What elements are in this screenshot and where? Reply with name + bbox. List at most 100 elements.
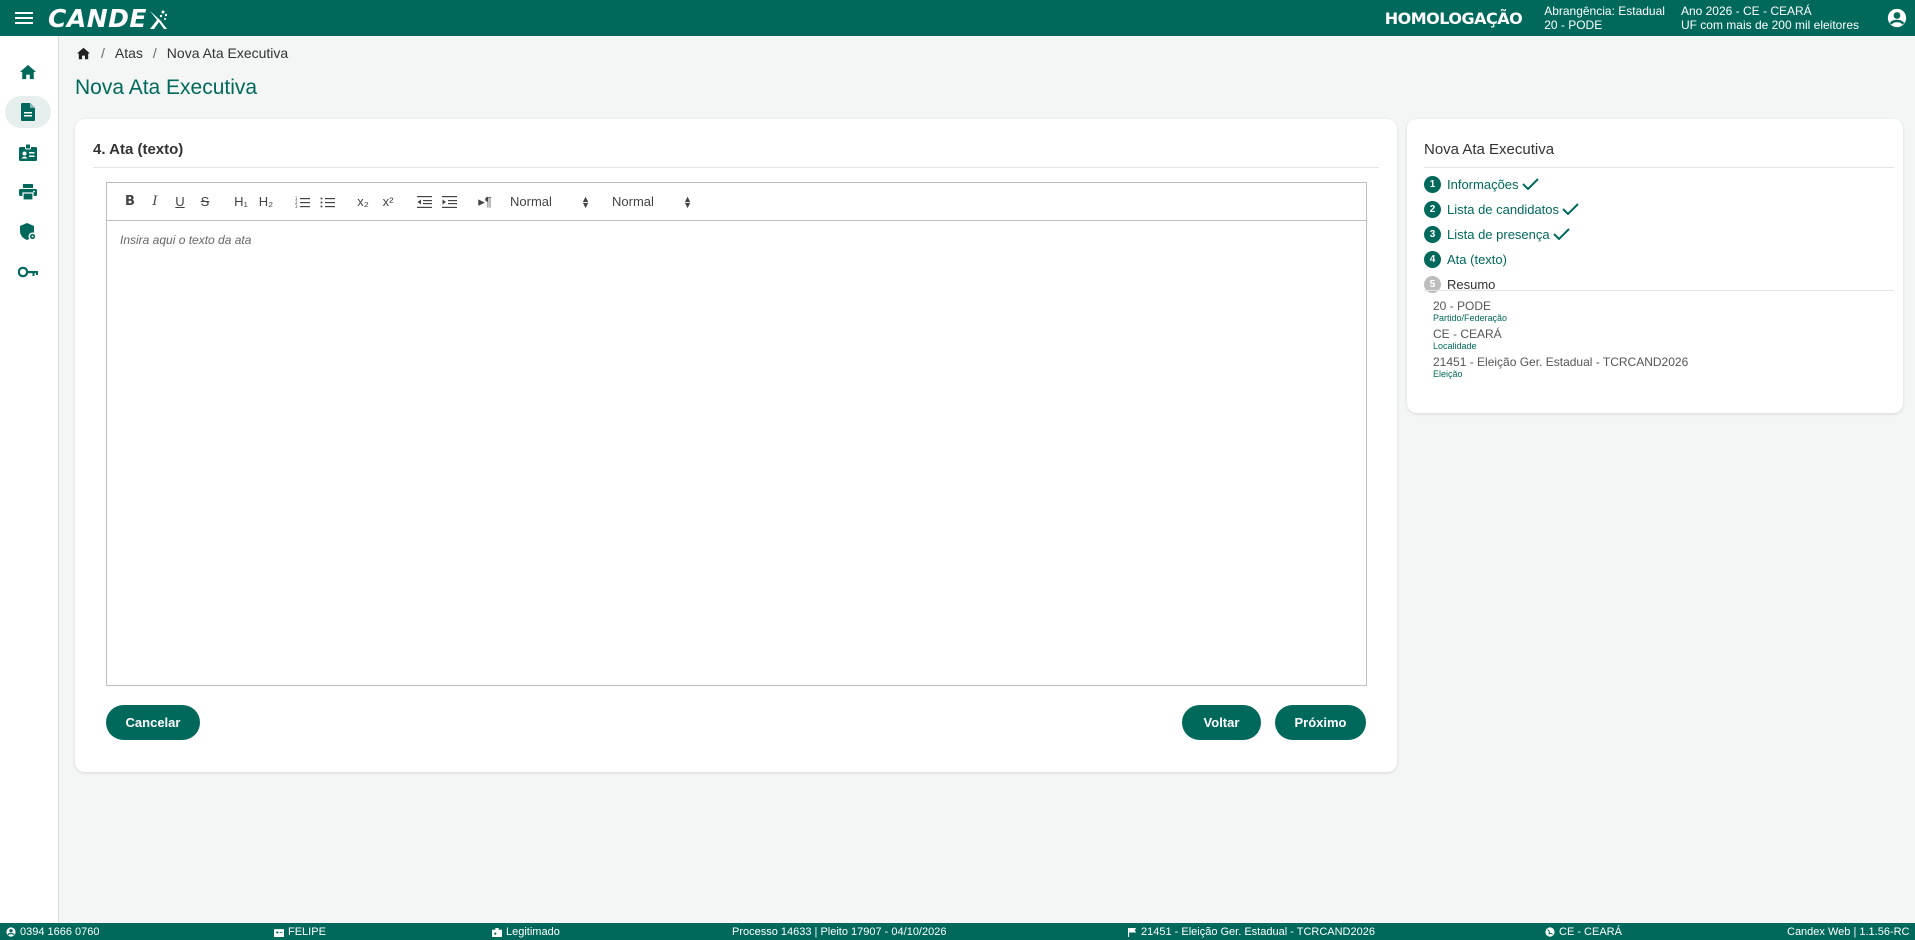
scope-line-1: Abrangência: Estadual [1544, 4, 1665, 18]
summary-value: 20 - PODE [1433, 299, 1492, 313]
step-number: 4 [1424, 250, 1441, 268]
text-direction-button[interactable]: ▸¶ [474, 191, 496, 213]
check-icon [1521, 178, 1539, 190]
year-info: Ano 2026 - CE - CEARÁ UF com mais de 200… [1681, 4, 1859, 32]
footer-id-text: 0394 1666 0760 [20, 926, 100, 938]
shield-settings-icon [19, 223, 36, 241]
header-format-value: Normal [612, 194, 654, 209]
breadcrumb-item-atas[interactable]: Atas [115, 45, 143, 61]
next-button[interactable]: Próximo [1275, 705, 1366, 740]
sidebar-item-security[interactable] [5, 216, 51, 248]
footer-id: 0394 1666 0760 [6, 926, 100, 938]
select-arrows-icon: ▲ ▼ [581, 193, 590, 210]
step-informacoes[interactable]: 1 Informações [1424, 173, 1579, 195]
editor-toolbar: B I U S H₁ H₂ 123 x₂ x² ▸¶ Normal ▲ ▼ No… [107, 183, 1366, 221]
step-lista-presenca[interactable]: 3 Lista de presença [1424, 223, 1579, 245]
breadcrumb-item-current: Nova Ata Executiva [166, 45, 289, 61]
footer-user-text: FELIPE [288, 926, 326, 938]
status-bar: 0394 1666 0760 FELIPE Legitimado Process… [0, 923, 1915, 940]
account-icon[interactable] [1879, 0, 1915, 36]
outdent-icon [416, 195, 432, 208]
home-icon [20, 64, 36, 80]
menu-icon[interactable] [0, 0, 48, 36]
divider [93, 167, 1379, 168]
candex-logo[interactable]: CANDE [48, 3, 168, 33]
section-title: 4. Ata (texto) [93, 141, 184, 158]
step-number: 3 [1424, 225, 1441, 243]
strike-button[interactable]: S [194, 191, 216, 213]
badge-icon [492, 927, 502, 937]
top-bar: CANDE HOMOLOGAÇÃO Abrangência: Estadual … [0, 0, 1915, 36]
heading-2-button[interactable]: H₂ [255, 191, 277, 213]
step-number: 1 [1424, 175, 1441, 193]
italic-button[interactable]: I [144, 191, 166, 213]
sidebar-item-home[interactable] [5, 56, 51, 88]
bullet-list-button[interactable] [316, 191, 338, 213]
footer-version: Candex Web | 1.1.56-RC [1787, 926, 1910, 938]
header-format-select[interactable]: Normal ▲ ▼ [612, 194, 700, 209]
step-number: 2 [1424, 200, 1441, 218]
year-line-2: UF com mais de 200 mil eleitores [1680, 18, 1859, 32]
step-ata-texto[interactable]: 4 Ata (texto) [1424, 248, 1579, 270]
flag-icon [1128, 927, 1137, 937]
breadcrumb-separator: / [101, 45, 105, 61]
printer-icon [19, 184, 37, 200]
sidebar [0, 36, 59, 923]
heading-1-button[interactable]: H₁ [230, 191, 252, 213]
indent-icon [441, 195, 457, 208]
scope-line-2: 20 - PODE [1544, 18, 1603, 32]
footer-process: Processo 14633 | Pleito 17907 - 04/10/20… [732, 926, 947, 938]
sidebar-item-print[interactable] [5, 176, 51, 208]
footer-role: Legitimado [492, 926, 560, 938]
subscript-button[interactable]: x₂ [352, 191, 374, 213]
summary-value: CE - CEARÁ [1433, 327, 1502, 341]
logo-text: CANDE [48, 3, 147, 33]
underline-button[interactable]: U [169, 191, 191, 213]
summary-label: Localidade [1433, 341, 1477, 351]
progress-card: Nova Ata Executiva 1 Informações 2 Lista… [1407, 119, 1903, 413]
account-icon [6, 927, 16, 937]
font-size-select[interactable]: Normal ▲ ▼ [510, 194, 598, 209]
bullet-list-icon [320, 197, 335, 207]
bold-button[interactable]: B [119, 191, 141, 213]
summary-election: 21451 - Eleição Ger. Estadual - TCRCAND2… [1433, 355, 1689, 380]
outdent-button[interactable] [413, 191, 435, 213]
breadcrumb-home-icon[interactable] [76, 47, 91, 60]
step-label: Ata (texto) [1447, 251, 1507, 267]
summary-locality: CE - CEARÁ Localidade [1433, 327, 1688, 352]
summary-value: 21451 - Eleição Ger. Estadual - TCRCAND2… [1433, 355, 1689, 369]
editor-placeholder: Insira aqui o texto da ata [120, 233, 252, 247]
step-label: Informações [1447, 176, 1519, 192]
ordered-list-button[interactable]: 123 [291, 191, 313, 213]
environment-label: HOMOLOGAÇÃO [1384, 8, 1523, 28]
summary-label: Partido/Federação [1433, 313, 1508, 323]
footer-locality-text: CE - CEARÁ [1559, 926, 1622, 938]
check-icon [1562, 203, 1579, 215]
breadcrumb-separator: / [152, 45, 157, 61]
step-lista-candidatos[interactable]: 2 Lista de candidatos [1424, 198, 1579, 220]
sidebar-item-keys[interactable] [5, 256, 51, 288]
logo-x-mark [149, 8, 168, 29]
superscript-button[interactable]: x² [377, 191, 399, 213]
svg-text:3: 3 [295, 204, 298, 208]
globe-icon [1545, 927, 1555, 937]
step-resumo: 5 Resumo [1424, 273, 1579, 295]
footer-role-text: Legitimado [506, 926, 560, 938]
summary-label: Eleição [1433, 369, 1463, 379]
check-icon [1552, 228, 1570, 240]
sidebar-item-atas[interactable] [5, 96, 51, 128]
cancel-button[interactable]: Cancelar [106, 705, 200, 740]
indent-button[interactable] [438, 191, 460, 213]
step-label: Lista de candidatos [1447, 201, 1560, 217]
ordered-list-icon: 123 [295, 196, 310, 208]
back-button[interactable]: Voltar [1182, 705, 1261, 740]
font-size-value: Normal [510, 194, 552, 209]
id-card-icon [274, 928, 284, 937]
breadcrumb: / Atas / Nova Ata Executiva [76, 45, 288, 61]
badge-icon [19, 143, 37, 161]
document-icon [21, 103, 35, 121]
divider [1424, 167, 1894, 168]
editor-text-area[interactable]: Insira aqui o texto da ata [107, 221, 1366, 686]
summary-party: 20 - PODE Partido/Federação [1433, 299, 1688, 324]
sidebar-item-candidates[interactable] [5, 136, 51, 168]
